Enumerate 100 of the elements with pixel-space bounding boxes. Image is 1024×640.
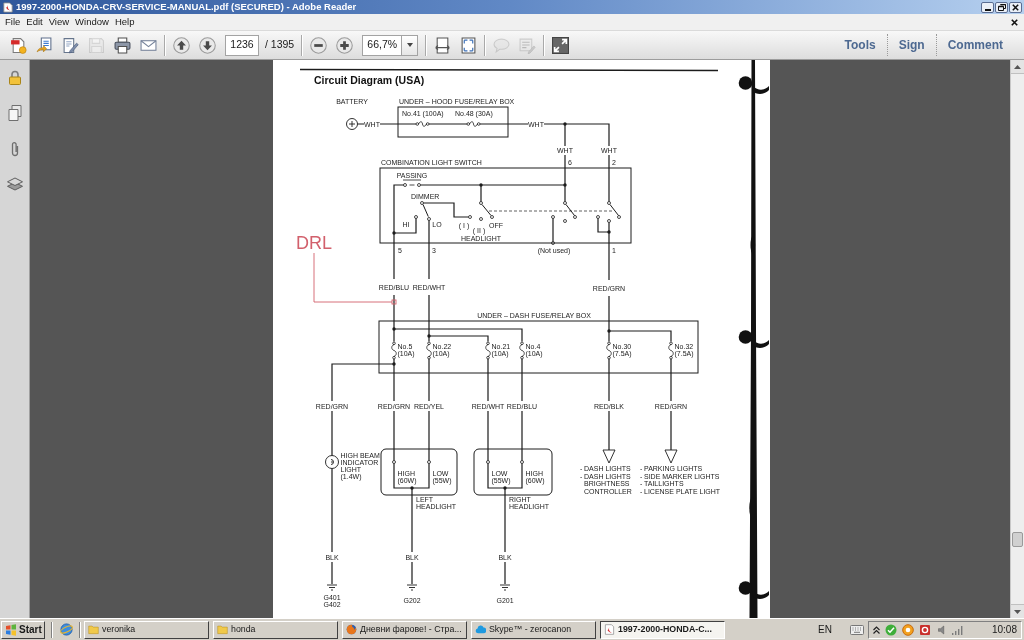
close-button[interactable]	[1009, 1, 1022, 13]
fuse-icon	[668, 341, 674, 360]
expand-arrows-icon[interactable]	[552, 36, 570, 54]
junction-dot-icon	[563, 122, 567, 126]
globe-icon[interactable]	[60, 623, 73, 636]
page-number-field[interactable]: 1236	[225, 34, 259, 56]
restore-button[interactable]	[995, 1, 1008, 13]
taskbar-button[interactable]: Дневни фарове! - Стра...	[342, 620, 467, 639]
folder-icon	[217, 624, 228, 635]
taskbar-button[interactable]: Skype™ - zerocanon	[471, 620, 596, 639]
junction-dot-icon	[392, 362, 396, 366]
scrollbar-thumb[interactable]	[1012, 532, 1023, 547]
scroll-down-button[interactable]	[1011, 604, 1024, 618]
switch-icon	[551, 201, 577, 223]
junction-dot-icon	[607, 329, 611, 333]
pages-icon[interactable]	[7, 105, 22, 121]
taskbar-button[interactable]: veronika	[84, 620, 209, 639]
minimize-icon	[984, 8, 991, 11]
speaker-icon[interactable]	[938, 624, 946, 635]
junction-dot-icon	[427, 334, 431, 338]
page-corners-icon[interactable]	[460, 36, 478, 54]
check-circle-icon[interactable]	[885, 623, 897, 636]
panel-button[interactable]: Sign	[887, 33, 936, 57]
switch-icon	[468, 201, 494, 221]
start-button[interactable]: Start	[1, 620, 45, 639]
terminal-icon	[392, 460, 396, 464]
page-width-icon[interactable]	[434, 36, 452, 54]
document-icon	[3, 1, 13, 13]
terminal-icon	[486, 460, 490, 464]
switch-icon	[596, 201, 621, 223]
diagram-heading: Circuit Diagram (USA)	[314, 74, 425, 86]
terminal-icon	[551, 241, 555, 245]
paperclip-icon[interactable]	[9, 141, 20, 157]
junction-dot-icon	[563, 183, 567, 187]
folder-icon	[88, 624, 99, 635]
fuse-icon	[519, 341, 525, 360]
minus-circle-icon[interactable]	[310, 36, 328, 54]
language-indicator[interactable]: EN	[818, 622, 832, 637]
push-switch-icon	[402, 179, 422, 187]
square-ring-icon[interactable]	[919, 623, 931, 636]
close-icon	[1012, 3, 1019, 11]
junction-dot-icon	[607, 230, 611, 234]
scrollbar-track[interactable]	[1010, 60, 1024, 618]
battery-icon	[346, 118, 358, 130]
junction-dot-icon	[503, 486, 507, 490]
switch-icon	[414, 201, 431, 221]
page-count: / 1395	[265, 37, 295, 53]
junction-dot-icon	[392, 327, 396, 331]
panel-button[interactable]: Tools	[833, 33, 887, 57]
menu-item[interactable]: View	[48, 17, 70, 27]
cloud-icon	[475, 624, 486, 635]
chevron-up-icon[interactable]	[873, 625, 880, 634]
ring-icon[interactable]	[902, 623, 914, 636]
window-title: 1997-2000-HONDA-CRV-SERVICE-MANUAL.pdf (SECURED) - Adobe Reader	[16, 2, 357, 12]
junction-dot-icon	[392, 231, 396, 235]
dropdown-button[interactable]	[402, 34, 419, 56]
arrow-down-circle-icon[interactable]	[199, 36, 216, 54]
menu-item[interactable]: Window	[75, 17, 109, 27]
scroll-up-button[interactable]	[1011, 60, 1024, 74]
junction-dot-icon	[410, 486, 414, 490]
arrow-up-icon	[1014, 64, 1021, 69]
layers-icon[interactable]	[6, 177, 23, 192]
fuse-icon	[415, 121, 430, 127]
menu-item[interactable]: File	[5, 17, 21, 27]
menu-item[interactable]: Edit	[26, 17, 43, 27]
ground-icon	[406, 584, 418, 591]
keyboard-icon[interactable]	[850, 624, 864, 635]
lamp-icon	[325, 455, 339, 469]
arrow-up-circle-icon[interactable]	[173, 36, 190, 54]
triangle-arrow-icon	[664, 449, 678, 464]
document-arrow-icon[interactable]	[36, 36, 53, 54]
caret-down-icon	[406, 43, 413, 47]
triangle-arrow-icon	[602, 449, 616, 464]
fuse-icon	[391, 341, 397, 360]
globe-icon	[346, 624, 357, 635]
plus-circle-icon[interactable]	[336, 36, 354, 54]
fuse-icon	[466, 121, 481, 127]
annotation-text: DRL	[296, 233, 332, 253]
document-star-icon[interactable]	[10, 36, 27, 54]
menu-item[interactable]: Help	[114, 17, 135, 27]
lock-icon[interactable]	[8, 70, 21, 85]
wire	[552, 217, 554, 243]
taskbar-button[interactable]: 1997-2000-HONDA-C...	[600, 620, 725, 639]
panel-button[interactable]: Comment	[936, 33, 1014, 57]
clock[interactable]: 10:08	[991, 622, 1017, 637]
fuse-icon	[485, 341, 491, 360]
close-icon[interactable]	[1011, 18, 1018, 26]
ground-icon	[326, 584, 338, 591]
document-pen-icon[interactable]	[62, 36, 79, 54]
arrow-down-icon	[1014, 609, 1021, 614]
terminal-icon	[427, 460, 431, 464]
minimize-button[interactable]	[981, 1, 994, 13]
terminal-icon	[520, 460, 524, 464]
print-icon[interactable]	[114, 36, 131, 54]
ground-icon	[499, 584, 511, 591]
signal-bars-icon[interactable]	[951, 624, 963, 635]
taskbar-button[interactable]: honda	[213, 620, 338, 639]
fuse-icon	[426, 341, 432, 360]
zoom-field[interactable]: 66,7%	[362, 34, 403, 56]
junction-dot-icon	[479, 183, 483, 187]
